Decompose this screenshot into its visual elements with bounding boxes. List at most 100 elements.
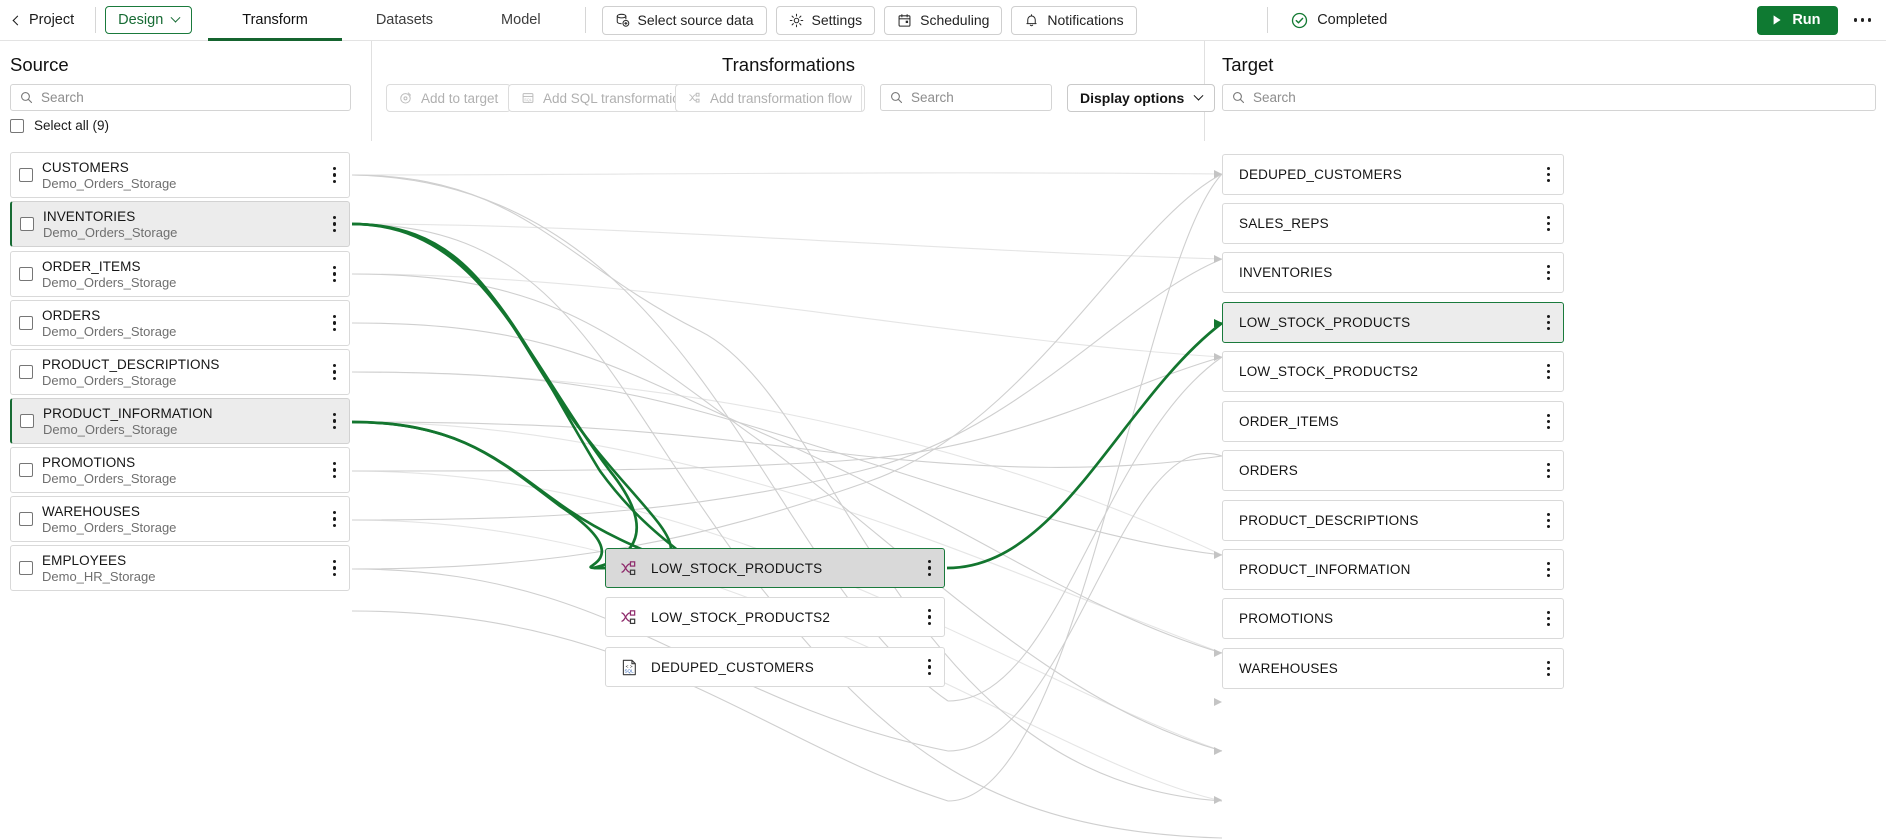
target-item-inventories[interactable]: INVENTORIES: [1222, 252, 1564, 293]
target-item-orders[interactable]: ORDERS: [1222, 450, 1564, 491]
target-item-deduped-customers[interactable]: DEDUPED_CUSTOMERS: [1222, 154, 1564, 195]
source-item-menu-button[interactable]: [328, 556, 341, 580]
target-item-promotions[interactable]: PROMOTIONS: [1222, 598, 1564, 639]
source-select-all[interactable]: Select all (9): [10, 118, 109, 133]
add-to-target-label: Add to target: [421, 90, 499, 106]
target-item-menu-button[interactable]: [1542, 212, 1555, 236]
transformations-panel-title: Transformations: [722, 54, 855, 75]
source-item-name: INVENTORIES: [43, 208, 136, 224]
source-item-promotions[interactable]: PROMOTIONS Demo_Orders_Storage: [10, 447, 350, 493]
target-item-menu-button[interactable]: [1542, 558, 1555, 582]
target-item-sales-reps[interactable]: SALES_REPS: [1222, 203, 1564, 244]
target-item-menu-button[interactable]: [1542, 261, 1555, 285]
source-item-menu-button[interactable]: [328, 212, 341, 236]
source-item-employees[interactable]: EMPLOYEES Demo_HR_Storage: [10, 545, 350, 591]
source-item-checkbox[interactable]: [19, 561, 33, 575]
select-all-label: Select all (9): [34, 118, 110, 133]
source-item-menu-button[interactable]: [328, 458, 341, 482]
add-sql-transformation-button[interactable]: SQL Add SQL transformation: [508, 84, 701, 112]
source-item-menu-button[interactable]: [328, 409, 341, 433]
target-search-input[interactable]: Search: [1222, 84, 1876, 111]
transformation-item-menu-button[interactable]: [923, 605, 936, 629]
source-item-storage: Demo_Orders_Storage: [42, 470, 177, 486]
source-item-storage: Demo_HR_Storage: [42, 568, 156, 584]
transformation-item-deduped-customers[interactable]: < > SQL DEDUPED_CUSTOMERS: [605, 647, 945, 687]
target-panel-title: Target: [1222, 54, 1274, 75]
source-item-order-items[interactable]: ORDER_ITEMS Demo_Orders_Storage: [10, 251, 350, 297]
source-item-product-descriptions[interactable]: PRODUCT_DESCRIPTIONS Demo_Orders_Storage: [10, 349, 350, 395]
select-all-checkbox[interactable]: [10, 118, 24, 133]
source-item-inventories[interactable]: INVENTORIES Demo_Orders_Storage: [10, 201, 350, 247]
source-item-checkbox[interactable]: [19, 316, 33, 330]
transformation-item-low-stock-products2[interactable]: LOW_STOCK_PRODUCTS2: [605, 597, 945, 637]
target-item-menu-button[interactable]: [1542, 459, 1555, 483]
target-item-order-items[interactable]: ORDER_ITEMS: [1222, 401, 1564, 442]
back-to-project-button[interactable]: Project: [0, 0, 90, 41]
source-item-checkbox[interactable]: [20, 414, 34, 428]
source-item-name: ORDERS: [42, 307, 101, 323]
check-circle-icon: [1292, 12, 1308, 28]
target-item-menu-button[interactable]: [1542, 360, 1555, 384]
target-search-placeholder: Search: [1253, 90, 1296, 105]
add-transformation-flow-button[interactable]: Add transformation flow: [675, 84, 865, 112]
target-item-menu-button[interactable]: [1542, 509, 1555, 533]
settings-button[interactable]: Settings: [775, 5, 876, 35]
source-item-warehouses[interactable]: WAREHOUSES Demo_Orders_Storage: [10, 496, 350, 542]
target-item-menu-button[interactable]: [1542, 657, 1555, 681]
select-source-data-button[interactable]: Select source data: [601, 5, 767, 35]
target-item-warehouses[interactable]: WAREHOUSES: [1222, 648, 1564, 689]
run-button[interactable]: Run: [1757, 5, 1838, 35]
source-item-name: PRODUCT_INFORMATION: [43, 405, 213, 421]
source-search-input[interactable]: Search: [10, 84, 351, 111]
add-transformation-flow-label: Add transformation flow: [710, 90, 852, 106]
target-item-menu-button[interactable]: [1542, 311, 1555, 335]
toolbar-divider-1: [95, 7, 97, 33]
target-item-low-stock-products2[interactable]: LOW_STOCK_PRODUCTS2: [1222, 351, 1564, 392]
transformations-search-input[interactable]: Search: [880, 84, 1052, 111]
tab-datasets[interactable]: Datasets: [342, 0, 467, 41]
more-options-button[interactable]: [1838, 18, 1886, 22]
source-item-checkbox[interactable]: [19, 512, 33, 526]
target-item-product-descriptions[interactable]: PRODUCT_DESCRIPTIONS: [1222, 500, 1564, 541]
design-mode-dropdown[interactable]: Design: [105, 6, 193, 34]
transformation-item-menu-button[interactable]: [923, 655, 936, 679]
source-item-menu-button[interactable]: [328, 163, 341, 187]
sql-icon: < > SQL: [622, 659, 636, 675]
tab-transform[interactable]: Transform: [208, 0, 342, 41]
target-item-low-stock-products[interactable]: LOW_STOCK_PRODUCTS: [1222, 302, 1564, 343]
search-icon: [891, 92, 903, 104]
source-item-orders[interactable]: ORDERS Demo_Orders_Storage: [10, 300, 350, 346]
chevron-down-icon: [1193, 90, 1204, 101]
source-item-checkbox[interactable]: [19, 365, 33, 379]
source-item-product-information[interactable]: PRODUCT_INFORMATION Demo_Orders_Storage: [10, 398, 350, 444]
notifications-button[interactable]: Notifications: [1011, 5, 1137, 35]
source-item-checkbox[interactable]: [20, 217, 34, 231]
source-item-menu-button[interactable]: [328, 360, 341, 384]
target-item-menu-button[interactable]: [1542, 163, 1555, 187]
transformation-item-menu-button[interactable]: [923, 556, 936, 580]
source-item-storage: Demo_Orders_Storage: [42, 323, 177, 339]
bell-icon: [1026, 13, 1037, 26]
source-item-checkbox[interactable]: [19, 463, 33, 477]
tab-model[interactable]: Model: [467, 0, 575, 41]
source-item-menu-button[interactable]: [328, 262, 341, 286]
target-item-product-information[interactable]: PRODUCT_INFORMATION: [1222, 549, 1564, 590]
display-options-label: Display options: [1080, 90, 1185, 106]
source-item-checkbox[interactable]: [19, 267, 33, 281]
target-item-menu-button[interactable]: [1542, 607, 1555, 631]
chevron-down-icon: [170, 12, 181, 23]
source-item-checkbox[interactable]: [19, 168, 33, 182]
flow-icon: [689, 92, 700, 103]
source-item-menu-button[interactable]: [328, 507, 341, 531]
source-item-menu-button[interactable]: [328, 311, 341, 335]
add-to-target-button[interactable]: Add to target: [386, 84, 512, 112]
target-item-menu-button[interactable]: [1542, 410, 1555, 434]
transformation-item-low-stock-products[interactable]: LOW_STOCK_PRODUCTS: [605, 548, 945, 588]
scheduling-button[interactable]: Scheduling: [884, 5, 1003, 35]
target-item-name: PROMOTIONS: [1239, 611, 1334, 626]
sql-icon: SQL: [522, 93, 534, 103]
transformation-item-name: DEDUPED_CUSTOMERS: [651, 659, 814, 675]
display-options-button[interactable]: Display options: [1067, 84, 1216, 112]
source-item-customers[interactable]: CUSTOMERS Demo_Orders_Storage: [10, 152, 350, 198]
target-item-name: INVENTORIES: [1239, 265, 1333, 280]
